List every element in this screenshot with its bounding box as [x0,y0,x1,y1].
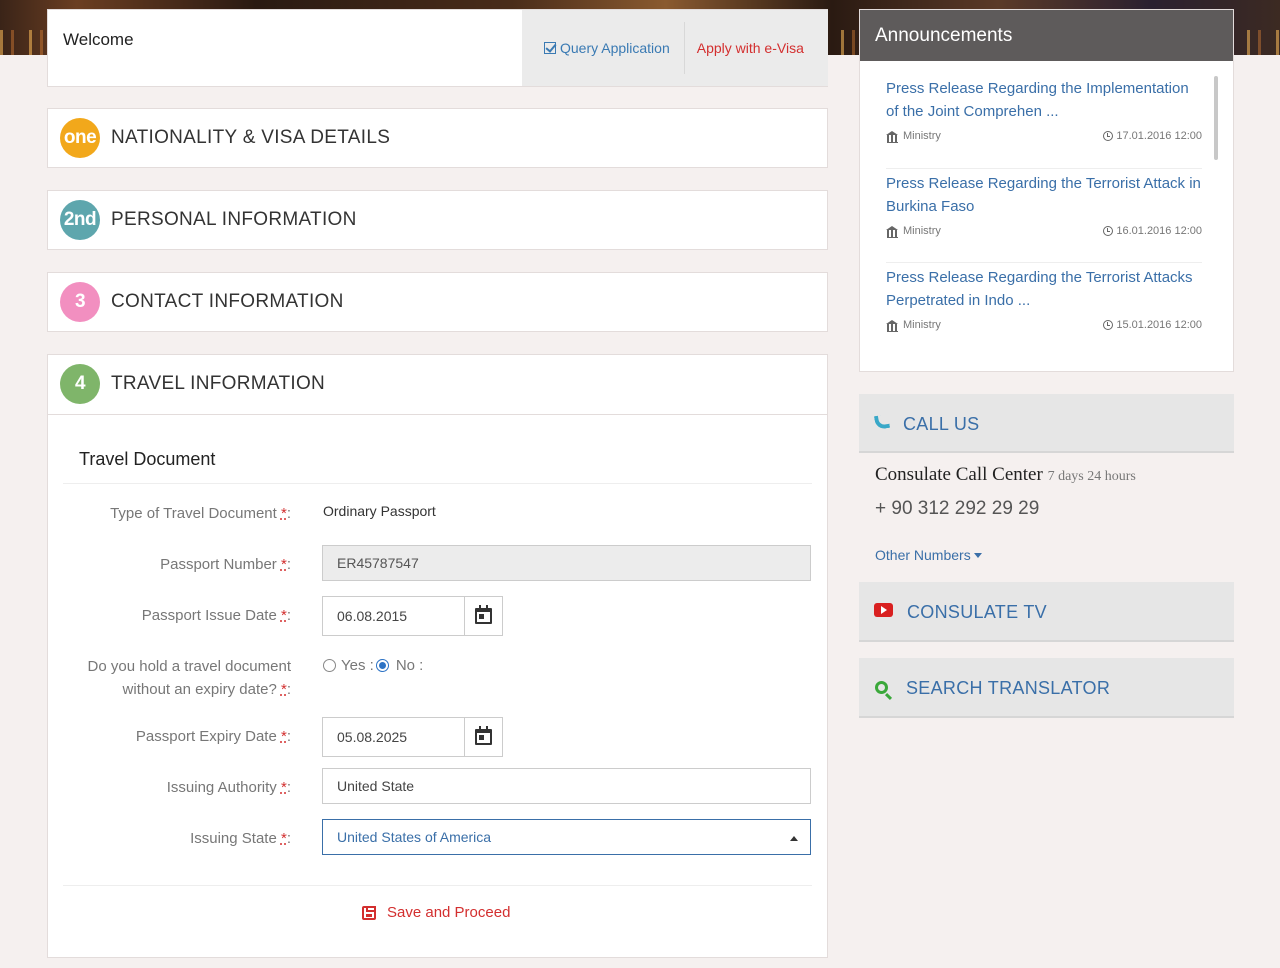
step-title-nationality: NATIONALITY & VISA DETAILS [111,127,391,148]
announcement-source: Ministry [903,319,941,331]
call-us-title: CALL US [903,414,980,434]
announcement-date: 17.01.2016 12:00 [1116,130,1202,142]
announcement-source: Ministry [903,225,941,237]
label-doc-type: Type of Travel Document *: [110,505,291,522]
announcement-meta: Ministry 15.01.2016 12:00 [886,319,1202,335]
no-expiry-yes-radio[interactable] [323,659,336,672]
no-expiry-no-radio[interactable] [375,659,389,672]
no-expiry-no-label: No : [395,657,424,674]
no-expiry-radio-group: Yes : No : [323,657,423,674]
call-center-phone: + 90 312 292 29 29 [875,498,1040,519]
caret-up-icon [790,836,798,841]
announcement-source: Ministry [903,130,941,142]
announcements-scrollbar[interactable] [1214,76,1218,160]
passport-number-input[interactable]: ER45787547 [322,545,811,581]
announcement-item: Press Release Regarding the Terrorist At… [886,172,1202,241]
search-translator-box[interactable]: SEARCH TRANSLATOR [859,658,1234,718]
clock-icon [1103,131,1114,141]
step-contact[interactable]: 3 CONTACT INFORMATION [47,272,828,332]
clock-icon [1103,226,1114,236]
calendar-icon [475,726,492,745]
announcements-title: Announcements [860,10,1233,61]
query-application-label: Query Application [560,40,670,56]
announcement-item: Press Release Regarding the Terrorist At… [886,266,1202,335]
step-badge-two: 2nd [60,200,100,240]
save-and-proceed-button[interactable]: Save and Proceed [362,904,510,921]
announcement-meta: Ministry 17.01.2016 12:00 [886,130,1202,146]
header-actions: Query Application Apply with e-Visa [522,10,828,86]
travel-information-panel: 4 TRAVEL INFORMATION Travel Document Typ… [47,354,828,958]
announcement-link[interactable]: Press Release Regarding the Terrorist At… [886,172,1202,218]
other-numbers-toggle[interactable]: Other Numbers [875,547,982,563]
bank-icon [886,225,899,238]
step-title-personal: PERSONAL INFORMATION [111,209,357,230]
phone-icon [873,413,891,431]
save-and-proceed-label: Save and Proceed [387,904,511,921]
welcome-panel: Welcome Query Application Apply with e-V… [47,9,828,87]
announcement-link[interactable]: Press Release Regarding the Terrorist At… [886,266,1202,312]
consulate-tv-title: CONSULATE TV [907,602,1047,622]
call-us-box[interactable]: CALL US [859,394,1234,453]
announcement-date: 15.01.2016 12:00 [1116,319,1202,331]
calendar-icon [475,605,492,624]
label-issuing-state: Issuing State *: [190,830,291,847]
clock-icon [1103,320,1114,330]
step-badge-three: 3 [60,282,100,322]
search-translator-title: SEARCH TRANSLATOR [906,678,1111,698]
label-no-expiry: Do you hold a travel document without an … [87,658,291,698]
apply-evisa-link[interactable]: Apply with e-Visa [685,40,804,56]
announcements-panel: Announcements Press Release Regarding th… [859,9,1234,372]
floppy-disk-icon [362,905,376,920]
step-travel[interactable]: 4 TRAVEL INFORMATION [48,355,827,415]
label-issuing-authority: Issuing Authority *: [166,779,291,796]
step-nationality[interactable]: one NATIONALITY & VISA DETAILS [47,108,828,168]
youtube-icon [874,603,893,617]
label-expiry-date: Passport Expiry Date *: [135,728,291,745]
query-application-link[interactable]: Query Application [522,22,685,74]
search-icon [875,681,888,694]
consulate-tv-box[interactable]: CONSULATE TV [859,582,1234,642]
label-passport-number: Passport Number *: [160,556,291,573]
other-numbers-label: Other Numbers [875,547,971,563]
expiry-date-input[interactable]: 05.08.2025 [322,717,503,757]
bank-icon [886,319,899,332]
announcement-item: Press Release Regarding the Implementati… [886,77,1202,146]
label-issue-date: Passport Issue Date *: [141,607,291,624]
issuing-authority-input[interactable]: United State [322,768,811,804]
issuing-state-select[interactable]: United States of America [322,819,811,855]
issue-date-input[interactable]: 06.08.2015 [322,596,503,636]
call-center-info: Consulate Call Center 7 days 24 hours + … [875,464,1136,520]
bank-icon [886,130,899,143]
divider [886,262,1202,263]
step-badge-four: 4 [60,364,100,404]
announcements-list[interactable]: Press Release Regarding the Implementati… [860,61,1233,353]
no-expiry-yes-label: Yes : [341,657,374,674]
check-square-icon [544,42,556,54]
call-center-title: Consulate Call Center 7 days 24 hours [875,464,1136,485]
step-title-contact: CONTACT INFORMATION [111,291,344,312]
divider [886,168,1202,169]
caret-down-icon [973,552,982,558]
section-title-travel-document: Travel Document [79,449,216,469]
step-badge-one: one [60,118,100,158]
divider [63,483,812,484]
value-doc-type: Ordinary Passport [323,503,436,519]
announcement-date: 16.01.2016 12:00 [1116,225,1202,237]
announcement-meta: Ministry 16.01.2016 12:00 [886,225,1202,241]
issue-date-picker-button[interactable] [464,597,502,635]
step-title-travel: TRAVEL INFORMATION [111,373,326,394]
step-personal[interactable]: 2nd PERSONAL INFORMATION [47,190,828,250]
announcement-link[interactable]: Press Release Regarding the Implementati… [886,77,1202,123]
divider [63,885,812,886]
welcome-text: Welcome [63,30,134,49]
expiry-date-picker-button[interactable] [464,718,502,756]
